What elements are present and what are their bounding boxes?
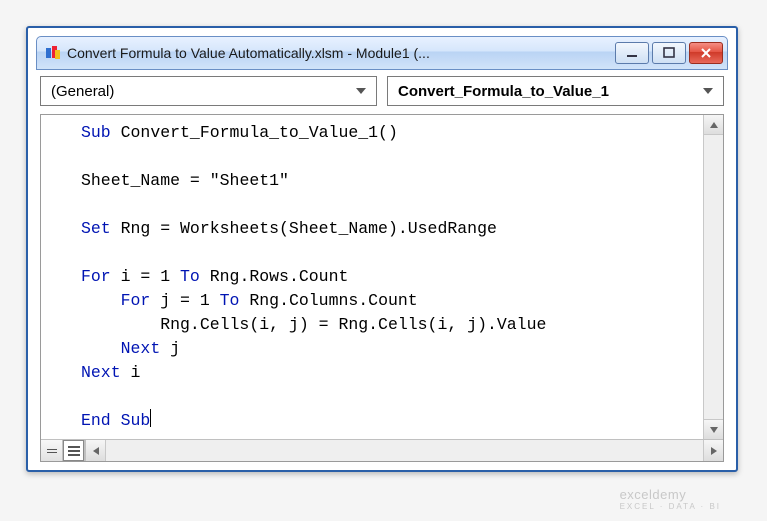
chevron-down-icon xyxy=(699,77,717,105)
procedure-dropdown[interactable]: Convert_Formula_to_Value_1 xyxy=(387,76,724,106)
scroll-up-button[interactable] xyxy=(704,115,723,135)
view-mode-buttons xyxy=(41,440,86,461)
code-pane: Sub Convert_Formula_to_Value_1() Sheet_N… xyxy=(40,114,724,462)
code-line: Next i xyxy=(81,361,699,385)
scroll-right-button[interactable] xyxy=(703,440,723,461)
scroll-down-button[interactable] xyxy=(704,419,723,439)
close-button[interactable] xyxy=(689,42,723,64)
code-body: Sub Convert_Formula_to_Value_1() Sheet_N… xyxy=(41,115,723,439)
code-line: For j = 1 To Rng.Columns.Count xyxy=(81,289,699,313)
watermark: exceldemy EXCEL · DATA · BI xyxy=(620,487,721,511)
code-line: Sub Convert_Formula_to_Value_1() xyxy=(81,121,699,145)
titlebar[interactable]: Convert Formula to Value Automatically.x… xyxy=(36,36,728,70)
watermark-subtext: EXCEL · DATA · BI xyxy=(620,502,721,511)
code-line xyxy=(81,193,699,217)
code-line xyxy=(81,145,699,169)
procedure-view-button[interactable] xyxy=(41,440,63,461)
code-line xyxy=(81,385,699,409)
code-line: Next j xyxy=(81,337,699,361)
vba-editor-window: Convert Formula to Value Automatically.x… xyxy=(26,26,738,472)
window-buttons xyxy=(615,42,723,64)
dropdown-row: (General) Convert_Formula_to_Value_1 xyxy=(36,70,728,114)
code-line: Rng.Cells(i, j) = Rng.Cells(i, j).Value xyxy=(81,313,699,337)
vertical-scroll-track[interactable] xyxy=(704,135,723,419)
vertical-scrollbar[interactable] xyxy=(703,115,723,439)
code-line: For i = 1 To Rng.Rows.Count xyxy=(81,265,699,289)
maximize-button[interactable] xyxy=(652,42,686,64)
minimize-button[interactable] xyxy=(615,42,649,64)
bottom-bar xyxy=(41,439,723,461)
object-dropdown[interactable]: (General) xyxy=(40,76,377,106)
horizontal-scrollbar[interactable] xyxy=(86,440,723,461)
window-title: Convert Formula to Value Automatically.x… xyxy=(67,45,615,61)
procedure-dropdown-value: Convert_Formula_to_Value_1 xyxy=(398,83,699,100)
object-dropdown-value: (General) xyxy=(51,83,352,100)
code-line xyxy=(81,241,699,265)
full-module-view-button[interactable] xyxy=(63,440,85,461)
chevron-down-icon xyxy=(352,77,370,105)
scroll-left-button[interactable] xyxy=(86,440,106,461)
code-line: End Sub xyxy=(81,409,699,433)
vba-app-icon xyxy=(45,45,61,61)
code-editor[interactable]: Sub Convert_Formula_to_Value_1() Sheet_N… xyxy=(41,115,703,439)
horizontal-scroll-track[interactable] xyxy=(106,440,703,461)
code-line: Set Rng = Worksheets(Sheet_Name).UsedRan… xyxy=(81,217,699,241)
watermark-text: exceldemy xyxy=(620,487,687,502)
text-caret xyxy=(150,409,151,427)
code-line: Sheet_Name = "Sheet1" xyxy=(81,169,699,193)
window-inner: Convert Formula to Value Automatically.x… xyxy=(28,28,736,470)
